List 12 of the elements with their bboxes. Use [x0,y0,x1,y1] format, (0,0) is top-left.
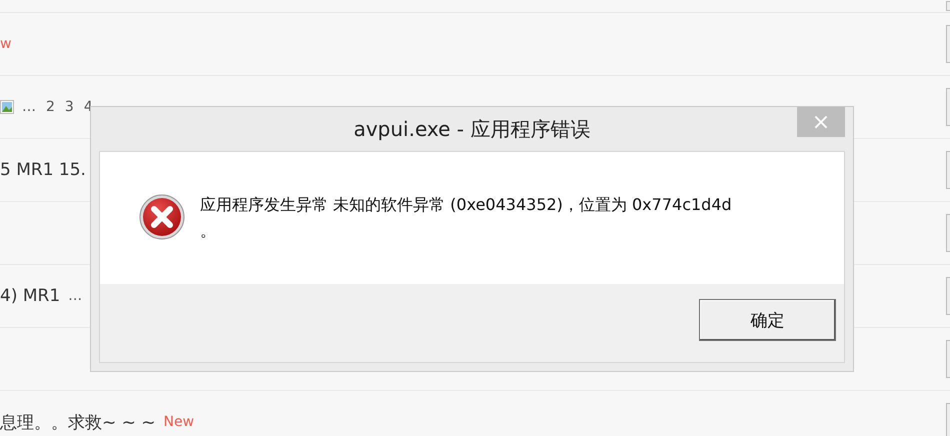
page-link[interactable]: 2 [46,99,55,115]
error-message: 应用程序发生异常 未知的软件异常 (0xe0434352)，位置为 0x774c1d4d 。 [200,194,732,242]
thread-title[interactable]: 息理。。求救~ ~ ~ [0,410,156,434]
new-tag: New [164,414,194,430]
new-tag: w [0,36,12,52]
thread-title[interactable]: 4) MR1 [0,286,60,306]
page-link[interactable]: … [22,99,36,115]
thread-title[interactable]: 5 MR1 15. [0,160,86,180]
ok-button[interactable]: 确定 [699,299,836,341]
window-title: avpui.exe - 应用程序错误 [354,116,590,142]
page-link[interactable]: … [68,288,82,304]
page-link[interactable]: 3 [64,99,74,115]
